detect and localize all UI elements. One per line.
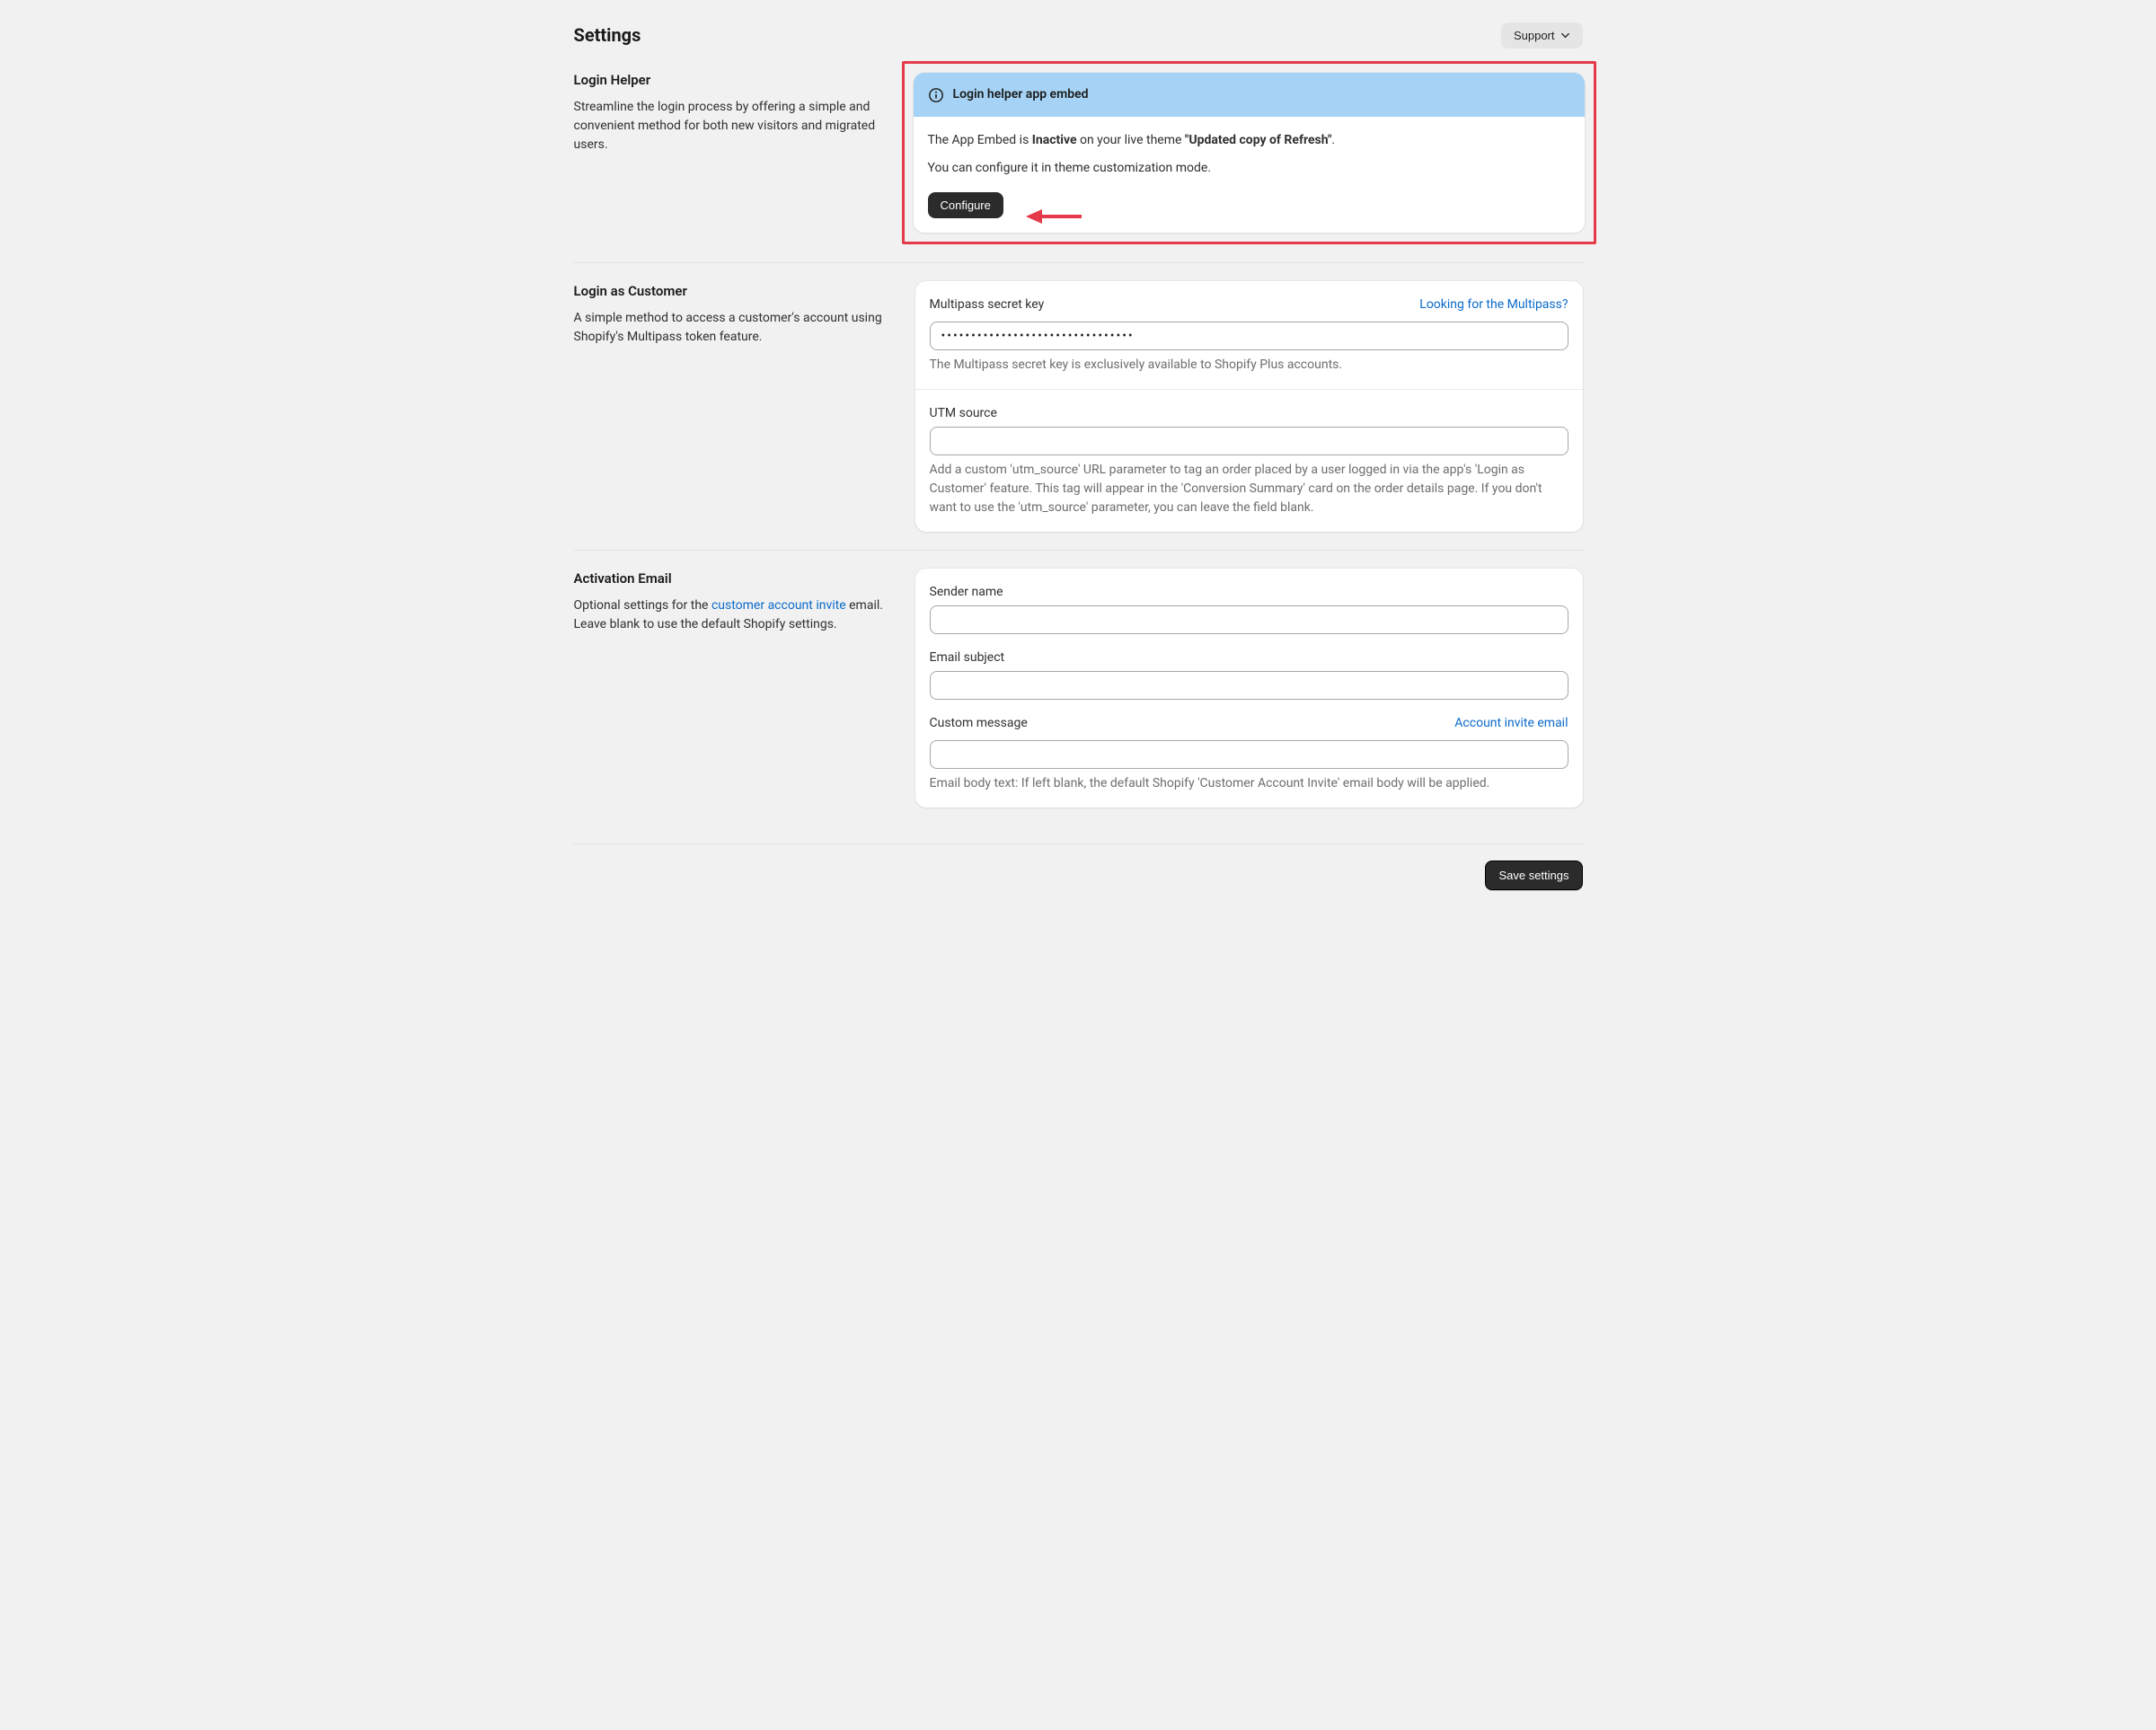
utm-help-text: Add a custom 'utm_source' URL parameter … — [930, 461, 1568, 517]
customer-account-invite-link[interactable]: customer account invite — [711, 598, 846, 613]
login-as-customer-title: Login as Customer — [574, 281, 897, 302]
custom-message-label: Custom message — [930, 714, 1028, 733]
support-label: Support — [1514, 29, 1555, 42]
email-subject-label: Email subject — [930, 649, 1568, 667]
embed-status-mid: on your live theme — [1077, 133, 1185, 147]
support-button[interactable]: Support — [1501, 22, 1583, 49]
banner-title: Login helper app embed — [953, 85, 1089, 104]
login-as-customer-card: Multipass secret key Looking for the Mul… — [915, 281, 1583, 532]
embed-config-hint: You can configure it in theme customizat… — [928, 159, 1570, 178]
chevron-down-icon — [1560, 31, 1570, 40]
page-title: Settings — [574, 22, 641, 49]
multipass-help-link[interactable]: Looking for the Multipass? — [1419, 296, 1568, 314]
embed-status-prefix: The App Embed is — [928, 133, 1032, 147]
section-login-as-customer: Login as Customer A simple method to acc… — [574, 281, 1583, 551]
save-row: Save settings — [574, 843, 1583, 890]
login-helper-desc: Streamline the login process by offering… — [574, 98, 897, 154]
utm-label: UTM source — [930, 404, 1568, 423]
custom-message-help: Email body text: If left blank, the defa… — [930, 774, 1568, 793]
info-icon — [928, 87, 944, 103]
embed-status-word: Inactive — [1032, 133, 1077, 147]
embed-status-suffix: . — [1331, 133, 1335, 147]
account-invite-email-link[interactable]: Account invite email — [1454, 714, 1568, 733]
activation-email-title: Activation Email — [574, 569, 897, 589]
page-header: Settings Support — [574, 22, 1583, 49]
login-as-customer-desc: A simple method to access a customer's a… — [574, 309, 897, 347]
multipass-help-text: The Multipass secret key is exclusively … — [930, 356, 1568, 375]
multipass-label: Multipass secret key — [930, 296, 1045, 314]
sender-name-label: Sender name — [930, 583, 1568, 602]
custom-message-input[interactable] — [930, 740, 1568, 769]
section-login-helper: Login Helper Streamline the login proces… — [574, 70, 1583, 263]
activation-email-desc: Optional settings for the customer accou… — [574, 596, 897, 634]
section-activation-email: Activation Email Optional settings for t… — [574, 569, 1583, 825]
sender-name-input[interactable] — [930, 605, 1568, 634]
utm-source-input[interactable] — [930, 427, 1568, 455]
annotation-highlight-box: Login helper app embed The App Embed is … — [902, 61, 1596, 244]
banner-app-embed: Login helper app embed — [914, 73, 1585, 117]
embed-status-line: The App Embed is Inactive on your live t… — [928, 131, 1570, 150]
arrow-annotation-icon — [1026, 206, 1082, 227]
multipass-secret-input[interactable] — [930, 322, 1568, 350]
embed-theme-name: "Updated copy of Refresh" — [1185, 133, 1332, 147]
configure-button[interactable]: Configure — [928, 192, 1003, 218]
email-subject-input[interactable] — [930, 671, 1568, 700]
activation-email-card: Sender name Email subject Custom message… — [915, 569, 1583, 808]
login-helper-title: Login Helper — [574, 70, 897, 91]
save-settings-button[interactable]: Save settings — [1485, 861, 1582, 890]
activation-desc-prefix: Optional settings for the — [574, 598, 711, 613]
login-helper-card: Login helper app embed The App Embed is … — [914, 73, 1585, 233]
